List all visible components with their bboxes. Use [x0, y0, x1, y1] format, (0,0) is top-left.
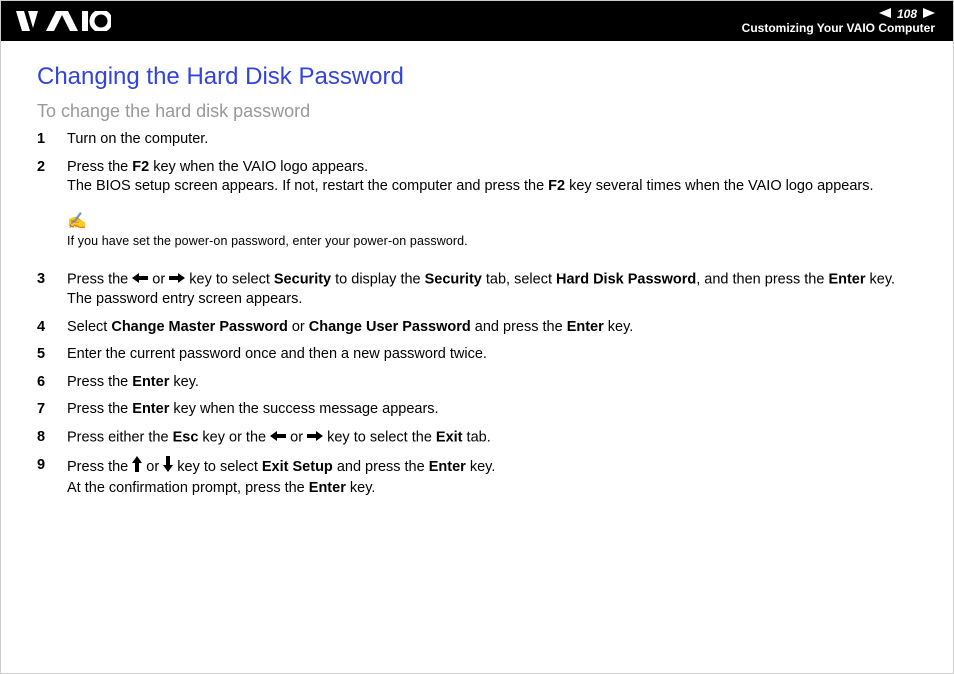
page-number: 108: [897, 7, 917, 21]
step-number: 2: [37, 158, 49, 197]
step-number: 3: [37, 270, 49, 310]
step-body: Press the Enter key when the success mes…: [67, 400, 917, 420]
step-number: 7: [37, 400, 49, 420]
step-body: Enter the current password once and then…: [67, 345, 917, 365]
step-number: 6: [37, 373, 49, 393]
step-item: ✍ If you have set the power-on password, …: [37, 205, 917, 262]
step-number: 5: [37, 345, 49, 365]
note-text: If you have set the power-on password, e…: [67, 234, 468, 248]
page-content: Changing the Hard Disk Password To chang…: [1, 41, 953, 528]
prev-page-arrow-icon[interactable]: [879, 7, 891, 21]
breadcrumb: Customizing Your VAIO Computer: [742, 21, 935, 35]
step-item: 3 Press the or key to select Security to …: [37, 270, 917, 310]
header-bar: 108 Customizing Your VAIO Computer: [1, 1, 953, 41]
step-body: Press either the Esc key or the or key t…: [67, 428, 917, 448]
note-icon: ✍: [67, 213, 87, 230]
step-item: 4 Select Change Master Password or Change…: [37, 318, 917, 338]
step-item: 2 Press the F2 key when the VAIO logo app…: [37, 158, 917, 197]
step-body: Press the or key to select Exit Setup an…: [67, 456, 917, 498]
step-number: 4: [37, 318, 49, 338]
vaio-logo: [16, 11, 111, 31]
step-item: 8 Press either the Esc key or the or key …: [37, 428, 917, 448]
step-body: Press the or key to select Security to d…: [67, 270, 917, 310]
step-body: Turn on the computer.: [67, 130, 917, 150]
next-page-arrow-icon[interactable]: [923, 7, 935, 21]
step-number: 9: [37, 456, 49, 498]
note-block: ✍ If you have set the power-on password, …: [67, 211, 917, 252]
page-nav: 108: [742, 7, 935, 21]
step-number: 8: [37, 428, 49, 448]
step-body: Press the F2 key when the VAIO logo appe…: [67, 158, 917, 197]
step-item: 6 Press the Enter key.: [37, 373, 917, 393]
page-subtitle: To change the hard disk password: [37, 101, 917, 122]
page-title: Changing the Hard Disk Password: [37, 63, 917, 91]
step-number: 1: [37, 130, 49, 150]
step-body: Select Change Master Password or Change …: [67, 318, 917, 338]
step-number: [37, 205, 49, 262]
step-item: 9 Press the or key to select Exit Setup a…: [37, 456, 917, 498]
step-item: 7 Press the Enter key when the success me…: [37, 400, 917, 420]
step-item: 1 Turn on the computer.: [37, 130, 917, 150]
step-body: Press the Enter key.: [67, 373, 917, 393]
header-right: 108 Customizing Your VAIO Computer: [742, 7, 935, 35]
step-item: 5 Enter the current password once and the…: [37, 345, 917, 365]
steps-list: 1 Turn on the computer. 2 Press the F2 key …: [37, 130, 917, 498]
